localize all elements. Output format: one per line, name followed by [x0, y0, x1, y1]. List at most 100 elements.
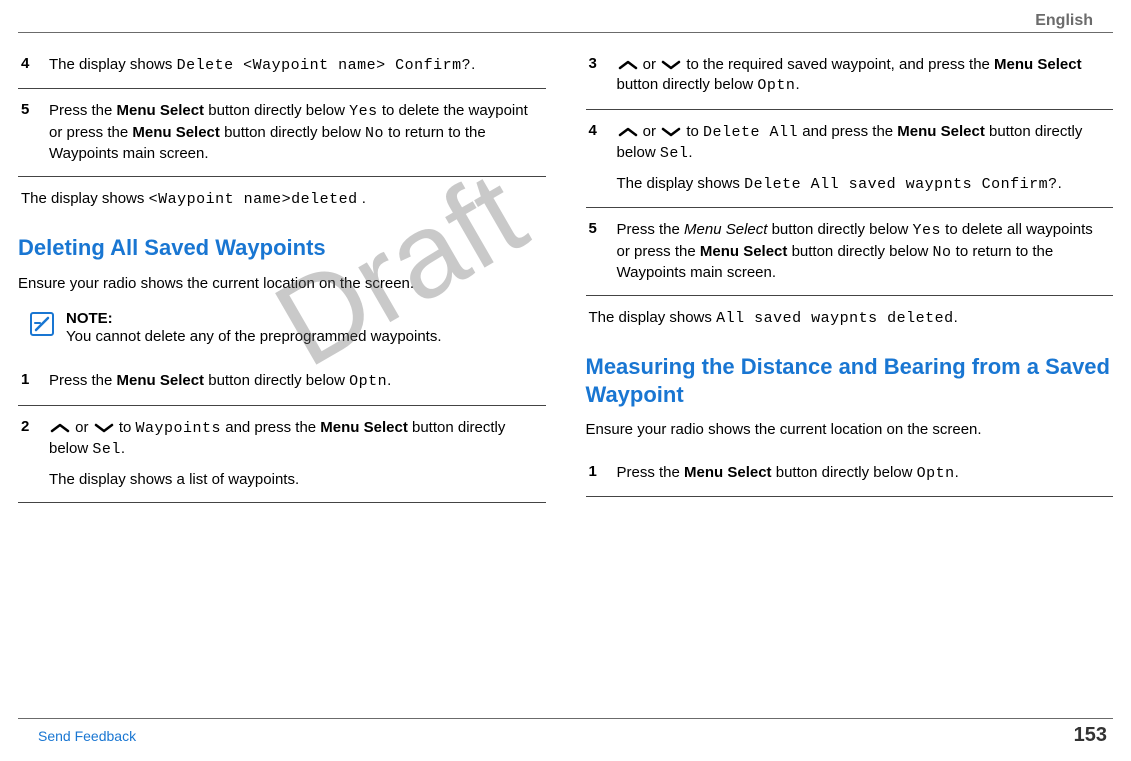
step-4-right: 4 or to Delete All and press the Menu Se… — [586, 110, 1114, 209]
step-body: Press the Menu Select button directly be… — [617, 220, 1111, 283]
text: The display shows — [617, 175, 745, 192]
text: button directly below — [767, 221, 912, 238]
text: The display shows — [49, 56, 177, 73]
text: . — [358, 190, 366, 207]
note-label: NOTE: — [66, 310, 442, 327]
step-body: or to the required saved waypoint, and p… — [617, 55, 1111, 97]
text: Press the — [49, 102, 117, 119]
step-number: 4 — [21, 55, 39, 76]
code-text: No — [932, 244, 951, 261]
code-text: Yes — [913, 222, 942, 239]
section-intro: Ensure your radio shows the current loca… — [586, 414, 1114, 450]
content-columns: 4 The display shows Delete <Waypoint nam… — [0, 33, 1131, 503]
text: to the required saved waypoint, and pres… — [682, 56, 994, 73]
note-icon — [28, 310, 56, 347]
text: button directly below — [772, 464, 917, 481]
bold-text: Menu Select — [684, 464, 772, 481]
text: The display shows — [589, 309, 717, 326]
text: or — [639, 56, 661, 73]
bold-text: Menu Select — [117, 372, 205, 389]
text: button directly below — [204, 102, 349, 119]
step-2-left: 2 or to Waypoints and press the Menu Sel… — [18, 406, 546, 504]
text: Press the — [49, 372, 117, 389]
code-text: Delete <Waypoint name> Confirm? — [177, 57, 472, 74]
text: button directly below — [617, 76, 758, 93]
text: . — [471, 56, 475, 73]
text: The display shows a list of waypoints. — [49, 470, 543, 490]
section-heading: Measuring the Distance and Bearing from … — [586, 341, 1114, 414]
bold-text: Menu Select — [897, 123, 985, 140]
step-4-left: 4 The display shows Delete <Waypoint nam… — [18, 43, 546, 89]
italic-text: Menu Select — [684, 221, 767, 238]
step-body: or to Waypoints and press the Menu Selec… — [49, 418, 543, 491]
step-1-right: 1 Press the Menu Select button directly … — [586, 451, 1114, 497]
header-language: English — [1035, 12, 1093, 29]
result-text: The display shows All saved waypnts dele… — [586, 296, 1114, 341]
step-number: 5 — [21, 101, 39, 164]
send-feedback-link[interactable]: Send Feedback — [24, 728, 136, 744]
chevron-up-icon — [49, 422, 71, 434]
step-1-left: 1 Press the Menu Select button directly … — [18, 359, 546, 405]
result-text: The display shows <Waypoint name>deleted… — [18, 177, 546, 222]
page-number: 153 — [1074, 724, 1107, 747]
header-bar: English — [18, 0, 1113, 33]
right-column: 3 or to the required saved waypoint, and… — [586, 43, 1114, 503]
text: . — [688, 144, 692, 161]
code-text: Sel — [92, 441, 121, 458]
code-text: <Waypoint name>deleted — [149, 191, 358, 208]
step-5-right: 5 Press the Menu Select button directly … — [586, 208, 1114, 296]
step-number: 3 — [589, 55, 607, 97]
text: button directly below — [204, 372, 349, 389]
code-text: Yes — [349, 103, 378, 120]
section-heading: Deleting All Saved Waypoints — [18, 222, 546, 268]
note-text: You cannot delete any of the preprogramm… — [66, 327, 442, 347]
chevron-up-icon — [617, 59, 639, 71]
left-column: 4 The display shows Delete <Waypoint nam… — [18, 43, 546, 503]
text: or — [71, 419, 93, 436]
chevron-down-icon — [660, 126, 682, 138]
note-content: NOTE: You cannot delete any of the prepr… — [66, 310, 442, 347]
text: . — [955, 464, 959, 481]
bold-text: Menu Select — [117, 102, 205, 119]
step-body: The display shows Delete <Waypoint name>… — [49, 55, 543, 76]
bold-text: Menu Select — [132, 124, 220, 141]
text: . — [387, 372, 391, 389]
code-text: Optn — [757, 77, 795, 94]
bold-text: Menu Select — [320, 419, 408, 436]
chevron-down-icon — [93, 422, 115, 434]
text: to — [115, 419, 136, 436]
step-body: or to Delete All and press the Menu Sele… — [617, 122, 1111, 196]
text: to — [682, 123, 703, 140]
step-5-left: 5 Press the Menu Select button directly … — [18, 89, 546, 177]
code-text: Sel — [660, 145, 689, 162]
code-text: Optn — [349, 373, 387, 390]
step-3-right: 3 or to the required saved waypoint, and… — [586, 43, 1114, 110]
code-text: Delete All — [703, 124, 798, 141]
section-intro: Ensure your radio shows the current loca… — [18, 268, 546, 304]
step-body: Press the Menu Select button directly be… — [49, 101, 543, 164]
code-text: No — [365, 125, 384, 142]
footer: Send Feedback 153 — [0, 716, 1131, 747]
text: Press the — [617, 221, 685, 238]
step-number: 1 — [589, 463, 607, 484]
step-number: 1 — [21, 371, 39, 392]
text: Press the — [617, 464, 685, 481]
text: and press the — [221, 419, 320, 436]
step-number: 2 — [21, 418, 39, 491]
text: and press the — [798, 123, 897, 140]
note-box: NOTE: You cannot delete any of the prepr… — [18, 304, 546, 359]
code-text: All saved waypnts deleted — [716, 310, 954, 327]
bold-text: Menu Select — [994, 56, 1082, 73]
text: . — [121, 440, 125, 457]
step-body: Press the Menu Select button directly be… — [617, 463, 1111, 484]
chevron-down-icon — [660, 59, 682, 71]
text: or — [639, 123, 661, 140]
bold-text: Menu Select — [700, 243, 788, 260]
text: . — [1058, 175, 1062, 192]
text: . — [795, 76, 799, 93]
text: . — [954, 309, 958, 326]
step-number: 5 — [589, 220, 607, 283]
step-body: Press the Menu Select button directly be… — [49, 371, 543, 392]
code-text: Waypoints — [136, 420, 222, 437]
text: The display shows — [21, 190, 149, 207]
